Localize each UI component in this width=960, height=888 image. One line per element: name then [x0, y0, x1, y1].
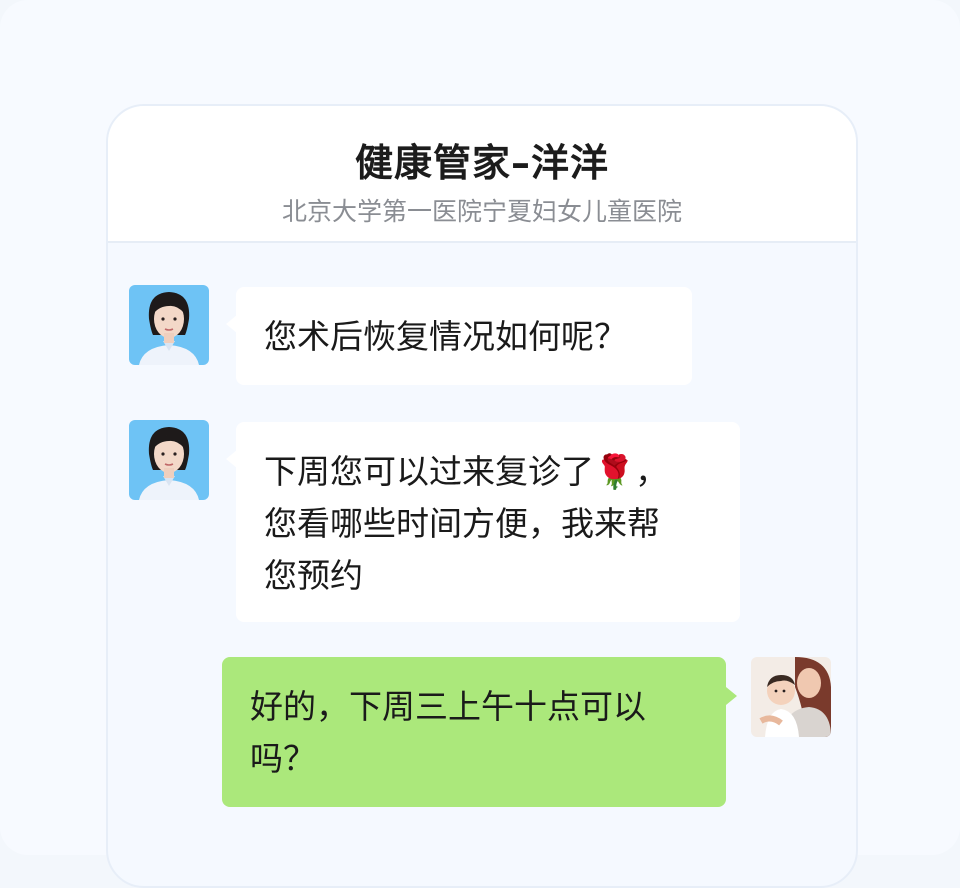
chat-subtitle: 北京大学第一医院宁夏妇女儿童医院	[281, 197, 682, 226]
incoming-message-bubble[interactable]: 下周您可以过来复诊了🌹， 您看哪些时间方便，我来帮 您预约	[236, 422, 740, 622]
chat-title: 健康管家–洋洋	[354, 141, 609, 185]
nurse-avatar-icon[interactable]	[129, 285, 209, 365]
incoming-message-bubble[interactable]: 您术后恢复情况如何呢？	[236, 287, 692, 385]
chat-window: 健康管家–洋洋 北京大学第一医院宁夏妇女儿童医院 您术后恢复情况如何呢？ 下周您…	[106, 104, 858, 888]
nurse-avatar-icon[interactable]	[129, 420, 209, 500]
message-text: 下周您可以过来复诊了🌹，	[264, 452, 669, 491]
message-text: 好的，下周三上午十点可以	[250, 687, 646, 726]
message-text: 吗？	[250, 739, 316, 778]
outgoing-message-bubble[interactable]: 好的，下周三上午十点可以 吗？	[222, 657, 726, 807]
mother-baby-avatar-icon[interactable]	[751, 657, 831, 737]
message-text: 您术后恢复情况如何呢？	[264, 317, 627, 356]
bubble-tail	[726, 687, 737, 705]
chat-header: 健康管家–洋洋 北京大学第一医院宁夏妇女儿童医院	[108, 106, 856, 243]
message-text: 您看哪些时间方便，我来帮	[264, 504, 660, 543]
message-text: 您预约	[264, 556, 363, 595]
